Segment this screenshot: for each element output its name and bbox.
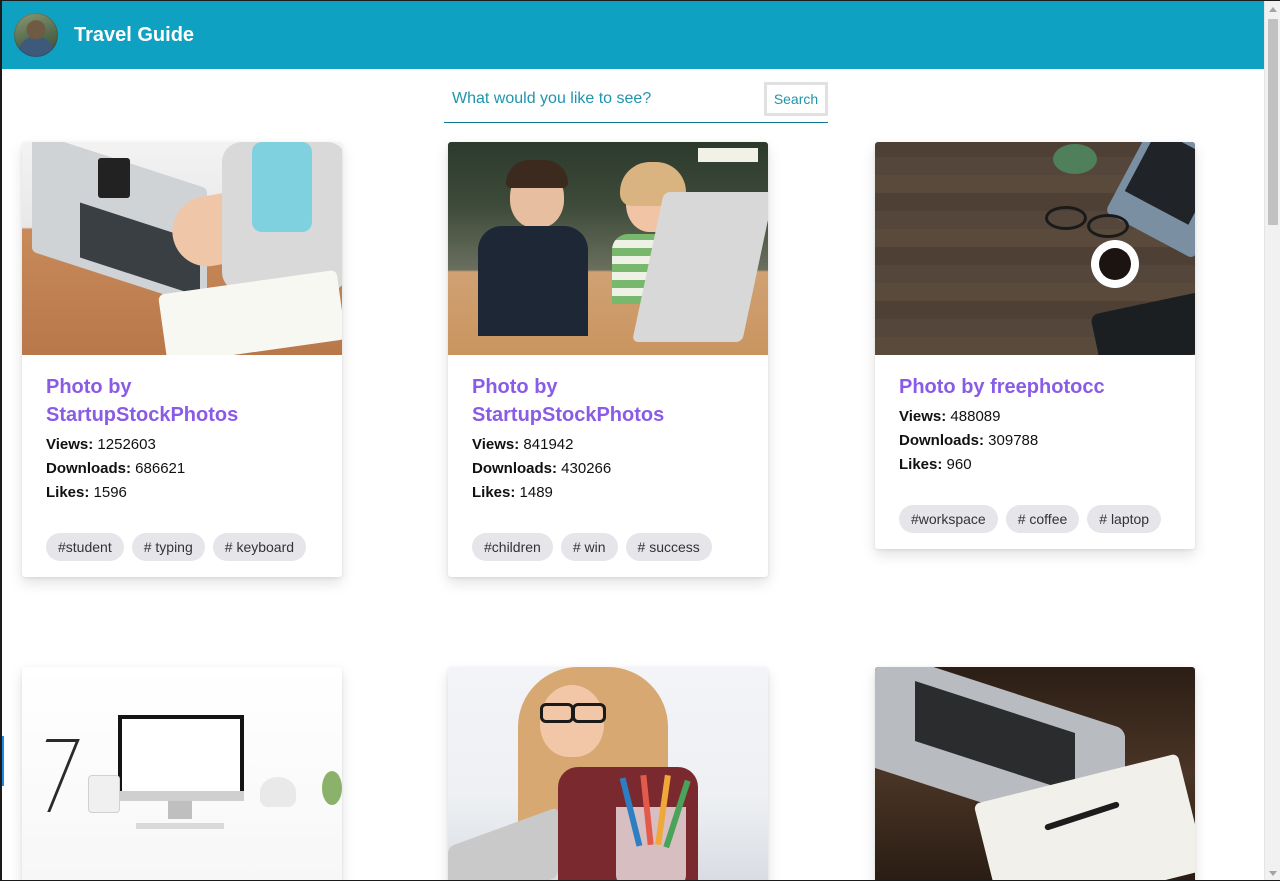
search-input[interactable]	[444, 80, 764, 118]
views-value: 1252603	[97, 436, 156, 453]
photo-title[interactable]: Photo by freephotocc	[899, 373, 1171, 401]
likes-value: 1489	[519, 484, 553, 501]
likes-label: Likes:	[46, 484, 90, 501]
tag-list: #workspace # coffee # laptop	[899, 505, 1171, 533]
app-window: Travel Guide Search Photo by StartupStoc…	[0, 0, 1280, 881]
downloads-value: 430266	[561, 460, 612, 477]
scroll-down-icon[interactable]	[1269, 871, 1277, 876]
photo-image[interactable]	[22, 667, 342, 880]
photo-title[interactable]: Photo by StartupStockPhotos	[46, 373, 318, 429]
views-stat: Views: 1252603	[46, 433, 318, 457]
downloads-label: Downloads:	[472, 460, 557, 477]
tag-list: #children # win # success	[472, 533, 744, 561]
likes-stat: Likes: 1489	[472, 481, 744, 505]
downloads-value: 686621	[135, 460, 186, 477]
app-title: Travel Guide	[74, 23, 195, 46]
tag-chip[interactable]: # success	[625, 533, 712, 561]
tag-chip[interactable]: # typing	[131, 533, 205, 561]
tag-list: #student # typing # keyboard	[46, 533, 318, 561]
photo-card[interactable]: Photo by freephotocc Views: 488089 Downl…	[875, 142, 1195, 549]
photo-image[interactable]	[875, 142, 1195, 355]
views-value: 488089	[950, 408, 1001, 425]
downloads-value: 309788	[988, 432, 1039, 449]
views-stat: Views: 488089	[899, 405, 1171, 429]
photo-image[interactable]	[448, 142, 768, 355]
tag-chip[interactable]: #workspace	[899, 505, 998, 533]
photo-card[interactable]: Photo by StartupStockPhotos Views: 84194…	[448, 142, 768, 577]
views-label: Views:	[472, 436, 520, 453]
tag-chip[interactable]: #children	[472, 533, 553, 561]
likes-stat: Likes: 1596	[46, 481, 318, 505]
photo-title[interactable]: Photo by StartupStockPhotos	[472, 373, 744, 429]
views-label: Views:	[899, 408, 947, 425]
downloads-stat: Downloads: 430266	[472, 457, 744, 481]
views-value: 841942	[523, 436, 574, 453]
top-header: Travel Guide	[2, 1, 1266, 69]
photo-image[interactable]	[22, 142, 342, 355]
views-stat: Views: 841942	[472, 433, 744, 457]
photo-image[interactable]	[875, 667, 1195, 880]
downloads-stat: Downloads: 309788	[899, 429, 1171, 453]
photo-image[interactable]	[448, 667, 768, 880]
tag-chip[interactable]: # keyboard	[212, 533, 307, 561]
downloads-label: Downloads:	[899, 432, 984, 449]
search-bar: Search	[444, 76, 828, 123]
likes-stat: Likes: 960	[899, 453, 1171, 477]
tag-chip[interactable]: # laptop	[1087, 505, 1162, 533]
vertical-scrollbar[interactable]	[1264, 1, 1280, 880]
tag-chip[interactable]: #student	[46, 533, 124, 561]
scroll-thumb[interactable]	[1268, 19, 1278, 225]
photo-card[interactable]	[875, 667, 1195, 880]
downloads-stat: Downloads: 686621	[46, 457, 318, 481]
search-button[interactable]: Search	[764, 82, 828, 116]
photo-card[interactable]	[448, 667, 768, 880]
avatar[interactable]	[14, 13, 58, 57]
tag-chip[interactable]: # win	[560, 533, 618, 561]
likes-label: Likes:	[899, 456, 943, 473]
downloads-label: Downloads:	[46, 460, 131, 477]
focus-indicator	[2, 736, 4, 786]
likes-value: 960	[946, 456, 972, 473]
photo-card[interactable]: Photo by StartupStockPhotos Views: 12526…	[22, 142, 342, 577]
tag-chip[interactable]: # coffee	[1005, 505, 1080, 533]
likes-label: Likes:	[472, 484, 516, 501]
views-label: Views:	[46, 436, 94, 453]
likes-value: 1596	[93, 484, 127, 501]
scroll-up-icon[interactable]	[1269, 7, 1277, 12]
photo-card[interactable]	[22, 667, 342, 880]
